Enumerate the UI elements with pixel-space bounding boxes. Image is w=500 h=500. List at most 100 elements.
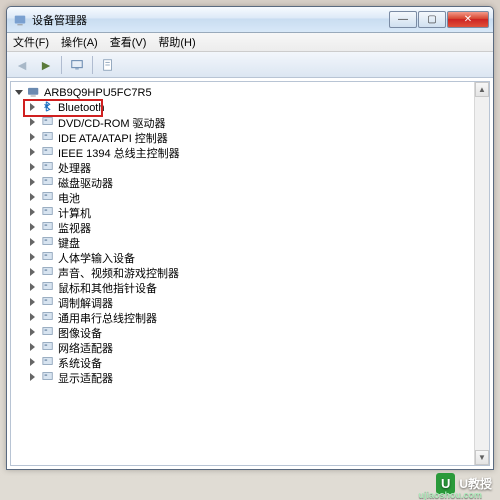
chevron-right-icon[interactable] <box>29 253 38 262</box>
titlebar[interactable]: 设备管理器 — ▢ ✕ <box>7 7 493 33</box>
tree-item-label: 网络适配器 <box>58 340 113 356</box>
minimize-button[interactable]: — <box>389 11 417 28</box>
tree-item[interactable]: 磁盘驱动器 <box>13 175 487 190</box>
tree-item[interactable]: 监视器 <box>13 220 487 235</box>
tree-root-node[interactable]: ARB9Q9HPU5FC7R5 <box>13 86 487 100</box>
chevron-right-icon[interactable] <box>29 193 38 202</box>
tree-item-label: 处理器 <box>58 160 91 176</box>
tree-item[interactable]: 电池 <box>13 190 487 205</box>
tree-item[interactable]: 通用串行总线控制器 <box>13 310 487 325</box>
page-icon <box>101 58 115 72</box>
window-controls: — ▢ ✕ <box>389 11 489 28</box>
device-category-icon <box>41 160 55 175</box>
tree-item[interactable]: 处理器 <box>13 160 487 175</box>
chevron-right-icon[interactable] <box>29 268 38 277</box>
forward-button[interactable]: ► <box>35 55 57 75</box>
tree-item[interactable]: Bluetooth <box>13 100 487 115</box>
chevron-right-icon[interactable] <box>29 313 38 322</box>
tree-item-label: IEEE 1394 总线主控制器 <box>58 145 180 161</box>
device-category-icon <box>41 220 55 235</box>
tree-item[interactable]: 计算机 <box>13 205 487 220</box>
tree-item[interactable]: DVD/CD-ROM 驱动器 <box>13 115 487 130</box>
chevron-right-icon[interactable] <box>29 223 38 232</box>
tree-item-label: 显示适配器 <box>58 370 113 386</box>
device-manager-window: 设备管理器 — ▢ ✕ 文件(F) 操作(A) 查看(V) 帮助(H) ◄ ► … <box>6 6 494 470</box>
tree-item-label: Bluetooth <box>58 102 104 114</box>
chevron-right-icon[interactable] <box>29 208 38 217</box>
chevron-right-icon[interactable] <box>29 163 38 172</box>
chevron-right-icon[interactable] <box>29 298 38 307</box>
toolbar-separator <box>92 56 93 74</box>
tree-item-label: IDE ATA/ATAPI 控制器 <box>58 130 168 146</box>
tree-item-label: 图像设备 <box>58 325 102 341</box>
toolbar: ◄ ► <box>7 52 493 78</box>
tree-item[interactable]: 系统设备 <box>13 355 487 370</box>
tree-item[interactable]: IEEE 1394 总线主控制器 <box>13 145 487 160</box>
tree-item[interactable]: IDE ATA/ATAPI 控制器 <box>13 130 487 145</box>
chevron-right-icon[interactable] <box>29 373 38 382</box>
tree-item-label: 监视器 <box>58 220 91 236</box>
device-category-icon <box>41 205 55 220</box>
chevron-right-icon[interactable] <box>29 103 38 112</box>
menubar: 文件(F) 操作(A) 查看(V) 帮助(H) <box>7 33 493 52</box>
chevron-right-icon[interactable] <box>29 148 38 157</box>
device-category-icon <box>41 370 55 385</box>
device-category-icon <box>41 250 55 265</box>
root-label: ARB9Q9HPU5FC7R5 <box>44 87 152 99</box>
chevron-right-icon[interactable] <box>29 283 38 292</box>
close-button[interactable]: ✕ <box>447 11 489 28</box>
device-category-icon <box>41 340 55 355</box>
device-category-icon <box>41 175 55 190</box>
tree-item-label: 磁盘驱动器 <box>58 175 113 191</box>
scroll-down-button[interactable]: ▼ <box>475 450 489 465</box>
back-button[interactable]: ◄ <box>11 55 33 75</box>
menu-action[interactable]: 操作(A) <box>59 33 100 51</box>
chevron-right-icon[interactable] <box>29 358 38 367</box>
tree-item[interactable]: 图像设备 <box>13 325 487 340</box>
maximize-button[interactable]: ▢ <box>418 11 446 28</box>
computer-icon <box>27 87 41 99</box>
device-tree: ARB9Q9HPU5FC7R5 BluetoothDVD/CD-ROM 驱动器I… <box>11 82 489 389</box>
menu-help[interactable]: 帮助(H) <box>156 33 197 51</box>
vertical-scrollbar[interactable]: ▲ ▼ <box>474 82 489 465</box>
chevron-right-icon[interactable] <box>29 118 38 127</box>
tree-item-label: 人体学输入设备 <box>58 250 135 266</box>
show-hidden-button[interactable] <box>66 55 88 75</box>
scroll-up-button[interactable]: ▲ <box>475 82 489 97</box>
arrow-right-icon: ► <box>39 58 53 72</box>
chevron-right-icon[interactable] <box>29 343 38 352</box>
tree-item[interactable]: 显示适配器 <box>13 370 487 385</box>
chevron-right-icon[interactable] <box>29 328 38 337</box>
tree-item[interactable]: 声音、视频和游戏控制器 <box>13 265 487 280</box>
app-icon <box>13 13 27 27</box>
tree-item-label: 系统设备 <box>58 355 102 371</box>
monitor-icon <box>70 58 84 72</box>
chevron-right-icon[interactable] <box>29 238 38 247</box>
chevron-right-icon[interactable] <box>29 178 38 187</box>
menu-view[interactable]: 查看(V) <box>108 33 149 51</box>
tree-item-label: 计算机 <box>58 205 91 221</box>
window-title: 设备管理器 <box>32 12 389 28</box>
tree-item-label: 键盘 <box>58 235 80 251</box>
device-category-icon <box>41 145 55 160</box>
tree-item[interactable]: 调制解调器 <box>13 295 487 310</box>
device-category-icon <box>41 280 55 295</box>
device-category-icon <box>41 115 55 130</box>
device-category-icon <box>41 310 55 325</box>
properties-button[interactable] <box>97 55 119 75</box>
chevron-down-icon[interactable] <box>15 89 24 98</box>
tree-item-label: 电池 <box>58 190 80 206</box>
tree-item[interactable]: 人体学输入设备 <box>13 250 487 265</box>
watermark-url: ujiaoshou.com <box>418 490 482 500</box>
tree-item[interactable]: 键盘 <box>13 235 487 250</box>
tree-item[interactable]: 网络适配器 <box>13 340 487 355</box>
device-category-icon <box>41 130 55 145</box>
tree-item[interactable]: 鼠标和其他指针设备 <box>13 280 487 295</box>
device-category-icon <box>41 325 55 340</box>
device-category-icon <box>41 265 55 280</box>
chevron-right-icon[interactable] <box>29 133 38 142</box>
menu-file[interactable]: 文件(F) <box>11 33 51 51</box>
device-category-icon <box>41 190 55 205</box>
tree-item-label: 声音、视频和游戏控制器 <box>58 265 179 281</box>
tree-item-label: 通用串行总线控制器 <box>58 310 157 326</box>
